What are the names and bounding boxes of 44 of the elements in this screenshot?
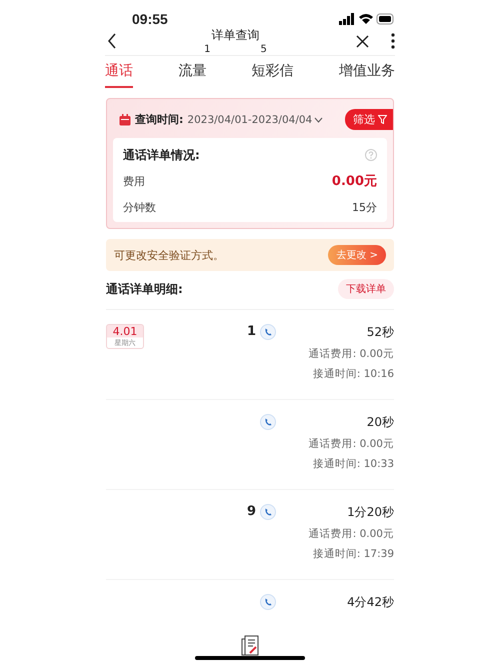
call-fee: 通话费用: 0.00元	[308, 347, 394, 361]
phone-icon	[260, 414, 276, 430]
call-time: 接通时间: 17:39	[312, 547, 394, 561]
back-icon[interactable]	[107, 33, 117, 49]
summary-label: 费用	[123, 174, 145, 188]
summary-label: 分钟数	[123, 200, 156, 214]
call-time: 接通时间: 10:16	[312, 367, 394, 381]
phone-number-fragment: 1	[246, 324, 256, 340]
date-text: 4.01	[112, 325, 138, 338]
tab[interactable]: 增值业务	[338, 56, 395, 88]
status-icons	[339, 13, 395, 25]
summary-value: 15分	[352, 200, 377, 214]
phone-icon	[260, 504, 276, 520]
notice-text: 可更改安全验证方式。	[114, 248, 224, 262]
survey-icon[interactable]	[240, 635, 260, 657]
phone-icon	[260, 594, 276, 610]
call-fee: 通话费用: 0.00元	[308, 437, 394, 451]
call-duration: 20秒	[366, 414, 394, 431]
status-time: 09:55	[132, 11, 168, 27]
chevron-icon	[314, 116, 324, 122]
tab[interactable]: 通话	[105, 56, 133, 88]
query-label: 查询时间:	[135, 112, 184, 127]
summary-title: 通话详单情况:	[123, 146, 200, 164]
phone-number-fragment: 9	[246, 504, 256, 520]
tab[interactable]: 短彩信	[252, 56, 294, 88]
phone-number-fragment: 1	[204, 44, 210, 55]
call-duration: 4分42秒	[347, 594, 394, 611]
section-title: 通话详单明细:	[106, 280, 183, 298]
call-duration: 52秒	[366, 324, 394, 341]
summary-value: 0.00元	[332, 173, 377, 190]
phone-number-fragment: 5	[260, 44, 267, 55]
close-icon[interactable]	[356, 34, 369, 48]
date-range-selector[interactable]: 2023/04/01-2023/04/04	[187, 114, 324, 126]
download-button[interactable]: 下载详单	[338, 279, 394, 299]
call-fee: 通话费用: 0.00元	[308, 527, 394, 541]
call-duration: 1分20秒	[347, 504, 394, 521]
page-title: 详单查询	[212, 27, 260, 44]
filter-button[interactable]: 筛选	[345, 109, 393, 130]
filter-icon	[378, 115, 387, 124]
call-time: 接通时间: 10:33	[312, 457, 394, 471]
more-icon[interactable]	[391, 33, 395, 49]
tab[interactable]: 流量	[178, 56, 206, 88]
calendar-icon	[119, 114, 131, 126]
phone-icon	[260, 324, 276, 340]
